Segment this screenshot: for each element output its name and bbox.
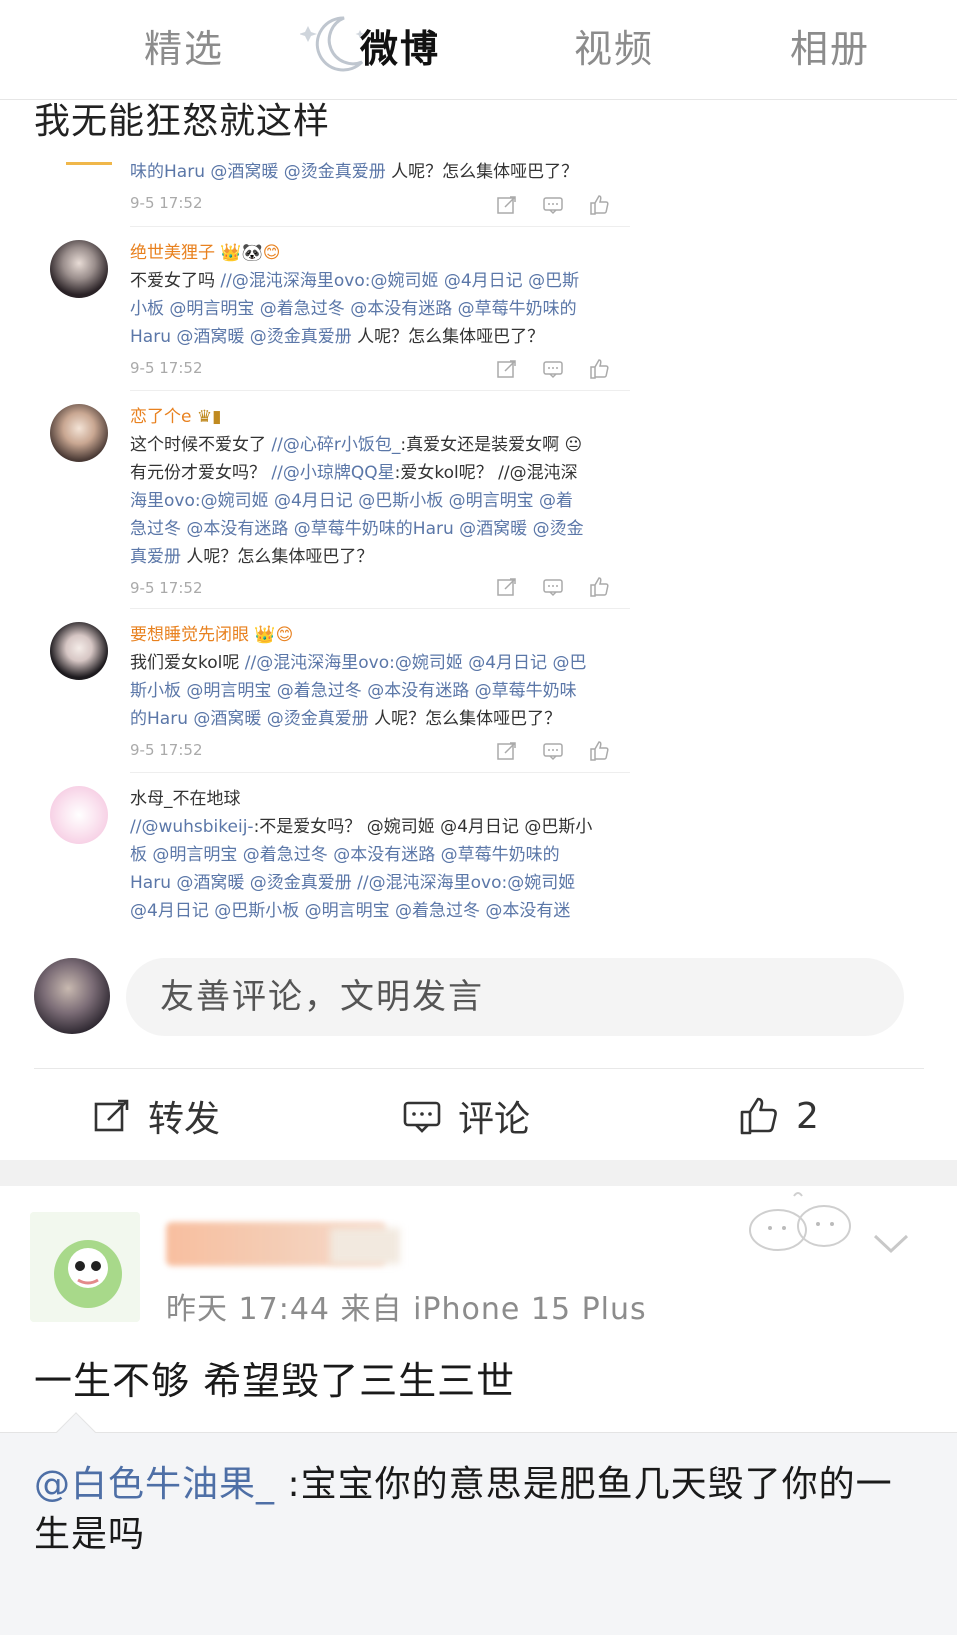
post-text: 一生不够 希望毁了三生三世 [34, 1359, 516, 1403]
like-icon[interactable] [588, 740, 610, 762]
current-user-avatar[interactable] [34, 958, 110, 1034]
comment-mentions: //@混沌深海里ovo:@婉司姬 @4月日记 @巴斯 [220, 271, 580, 291]
like-count: 2 [796, 1095, 819, 1137]
comment-text: 人呢？怎么集体哑巴了？ [368, 709, 562, 729]
comment-text: 不爱女了吗 [130, 271, 221, 291]
divider [34, 1068, 924, 1069]
divider [130, 608, 630, 609]
avatar-image [30, 1212, 140, 1322]
comment-text: 我们爱女kol呢 [130, 653, 245, 673]
comment-mentions: //@小琼牌QQ星 [271, 463, 395, 483]
comment-item: 绝世美狸子 👑🐼😊 不爱女了吗 //@混沌深海里ovo:@婉司姬 @4月日记 @… [130, 238, 620, 377]
comment-text: 人呢？怎么集体哑巴了？ [181, 547, 374, 567]
like-icon[interactable] [588, 576, 610, 598]
comment-text: 人呢？怎么集体哑巴了？ [385, 162, 579, 182]
badge-icon: 👑😊 [254, 625, 294, 645]
mention-link[interactable]: @白色牛油果_ [34, 1464, 275, 1505]
tab-video[interactable]: 视频 [574, 18, 654, 73]
commenter-name[interactable]: 水母_不在地球 [130, 784, 620, 809]
top-tab-bar: 精选 微博 视频 相册 [0, 0, 957, 100]
decoration-cats-icon [749, 1192, 851, 1251]
comment-icon[interactable] [542, 740, 564, 762]
comment-mentions: //@心碎r小饭包_ [271, 435, 401, 455]
section-gap [0, 1160, 957, 1186]
repost-icon[interactable] [496, 358, 518, 380]
emoji-icon: 😐 [564, 435, 583, 455]
chevron-down-icon[interactable] [872, 1232, 910, 1256]
comment-mentions: 味的Haru @酒窝暖 @烫金真爱册 [130, 162, 386, 182]
avatar[interactable] [50, 786, 108, 844]
like-icon [740, 1097, 777, 1135]
badge-icon: 👑🐼😊 [220, 243, 281, 263]
comment-item: 水母_不在地球 //@wuhsbikeij-:不是爱女吗？ @婉司姬 @4月日记… [130, 784, 620, 925]
repost-icon[interactable] [496, 194, 518, 216]
commenter-name[interactable]: 绝世美狸子 [130, 243, 215, 263]
repost-button[interactable]: 转发 [92, 1086, 220, 1146]
comment-mentions: 小板 @明言明宝 @着急过冬 @本没有迷路 @草莓牛奶味的 [130, 299, 577, 319]
post-text: 我无能狂怒就这样 [34, 101, 331, 142]
avatar[interactable] [30, 1212, 140, 1322]
repost-icon[interactable] [496, 576, 518, 598]
commenter-name[interactable]: 恋了个e [130, 407, 191, 427]
comment-mentions: 海里ovo:@婉司姬 @4月日记 @巴斯小板 @明言明宝 @着 [130, 491, 574, 511]
comment-text: 人呢？怎么集体哑巴了？ [351, 327, 545, 347]
like-icon[interactable] [588, 194, 610, 216]
divider [130, 226, 630, 227]
comment-mentions: @4月日记 @巴斯小板 @明言明宝 @着急过冬 @本没有迷 [130, 901, 571, 921]
repost-icon [94, 1099, 129, 1132]
comment-text: 有元份才爱女吗？ [130, 463, 272, 483]
comment-actions [496, 358, 626, 384]
comment-mentions: //@混沌深海里ovo:@婉司姬 @4月日记 @巴 [244, 653, 587, 673]
tab-album[interactable]: 相册 [790, 18, 870, 73]
tab-featured[interactable]: 精选 [144, 18, 224, 73]
avatar[interactable] [50, 240, 108, 298]
comment-icon [403, 1101, 441, 1133]
comment-item: 恋了个e ♛▮ 这个时候不爱女了 //@心碎r小饭包_:真爱女还是装爱女啊 😐 … [130, 402, 620, 597]
avatar[interactable] [50, 622, 108, 680]
divider [130, 772, 630, 773]
comment-mentions: Haru @酒窝暖 @烫金真爱册 //@混沌深海里ovo:@婉司姬 [130, 873, 576, 893]
avatar[interactable] [50, 404, 108, 462]
comment-mentions: 真爱册 [130, 547, 181, 567]
comment-mentions: 斯小板 @明言明宝 @着急过冬 @本没有迷路 @草莓牛奶味 [130, 681, 577, 701]
comment-item: 要想睡觉先闭眼 👑😊 我们爱女kol呢 //@混沌深海里ovo:@婉司姬 @4月… [130, 620, 620, 759]
like-icon[interactable] [588, 358, 610, 380]
comment-icon[interactable] [542, 358, 564, 380]
tab-weibo[interactable]: 微博 [360, 18, 440, 73]
accent-line [66, 162, 112, 165]
vip-badge-icon: ♛▮ [196, 407, 222, 427]
comment-actions [496, 576, 626, 602]
quoted-comment-text: @白色牛油果_ :宝宝你的意思是肥鱼几天毁了你的一生是吗 [34, 1460, 914, 1560]
repost-label: 转发 [148, 1099, 221, 1140]
comment-icon[interactable] [542, 576, 564, 598]
like-button[interactable]: 2 [738, 1086, 819, 1146]
comment-label: 评论 [458, 1099, 531, 1140]
badge-blurred [330, 1228, 400, 1264]
comment-input[interactable]: 友善评论，文明发言 [126, 958, 904, 1036]
comment-text: :不是爱女吗？ @婉司姬 @4月日记 @巴斯小 [253, 817, 593, 837]
divider [130, 390, 630, 391]
comment-mentions: //@wuhsbikeij- [130, 817, 254, 837]
embedded-comment-screenshot: 味的Haru @酒窝暖 @烫金真爱册 人呢？怎么集体哑巴了？ 9-5 17:52… [40, 150, 640, 970]
commenter-name[interactable]: 要想睡觉先闭眼 [130, 625, 249, 645]
comment-text: 这个时候不爱女了 [130, 435, 272, 455]
comment-button[interactable]: 评论 [402, 1086, 530, 1146]
comment-mentions: 急过冬 @本没有迷路 @草莓牛奶味的Haru @酒窝暖 @烫金 [130, 519, 584, 539]
comment-actions [496, 740, 626, 766]
comment-text: :真爱女还是装爱女啊 [400, 435, 560, 455]
repost-icon[interactable] [496, 740, 518, 762]
comment-mentions: Haru @酒窝暖 @烫金真爱册 [130, 327, 352, 347]
comment-text: :爱女kol呢？ //@混沌深 [394, 463, 578, 483]
comment-actions [496, 194, 626, 220]
comment-mentions: 的Haru @酒窝暖 @烫金真爱册 [130, 709, 369, 729]
post-meta: 昨天 17:44 来自 iPhone 15 Plus [166, 1292, 647, 1327]
comment-mentions: 板 @明言明宝 @着急过冬 @本没有迷路 @草莓牛奶味的 [130, 845, 560, 865]
comment-icon[interactable] [542, 194, 564, 216]
